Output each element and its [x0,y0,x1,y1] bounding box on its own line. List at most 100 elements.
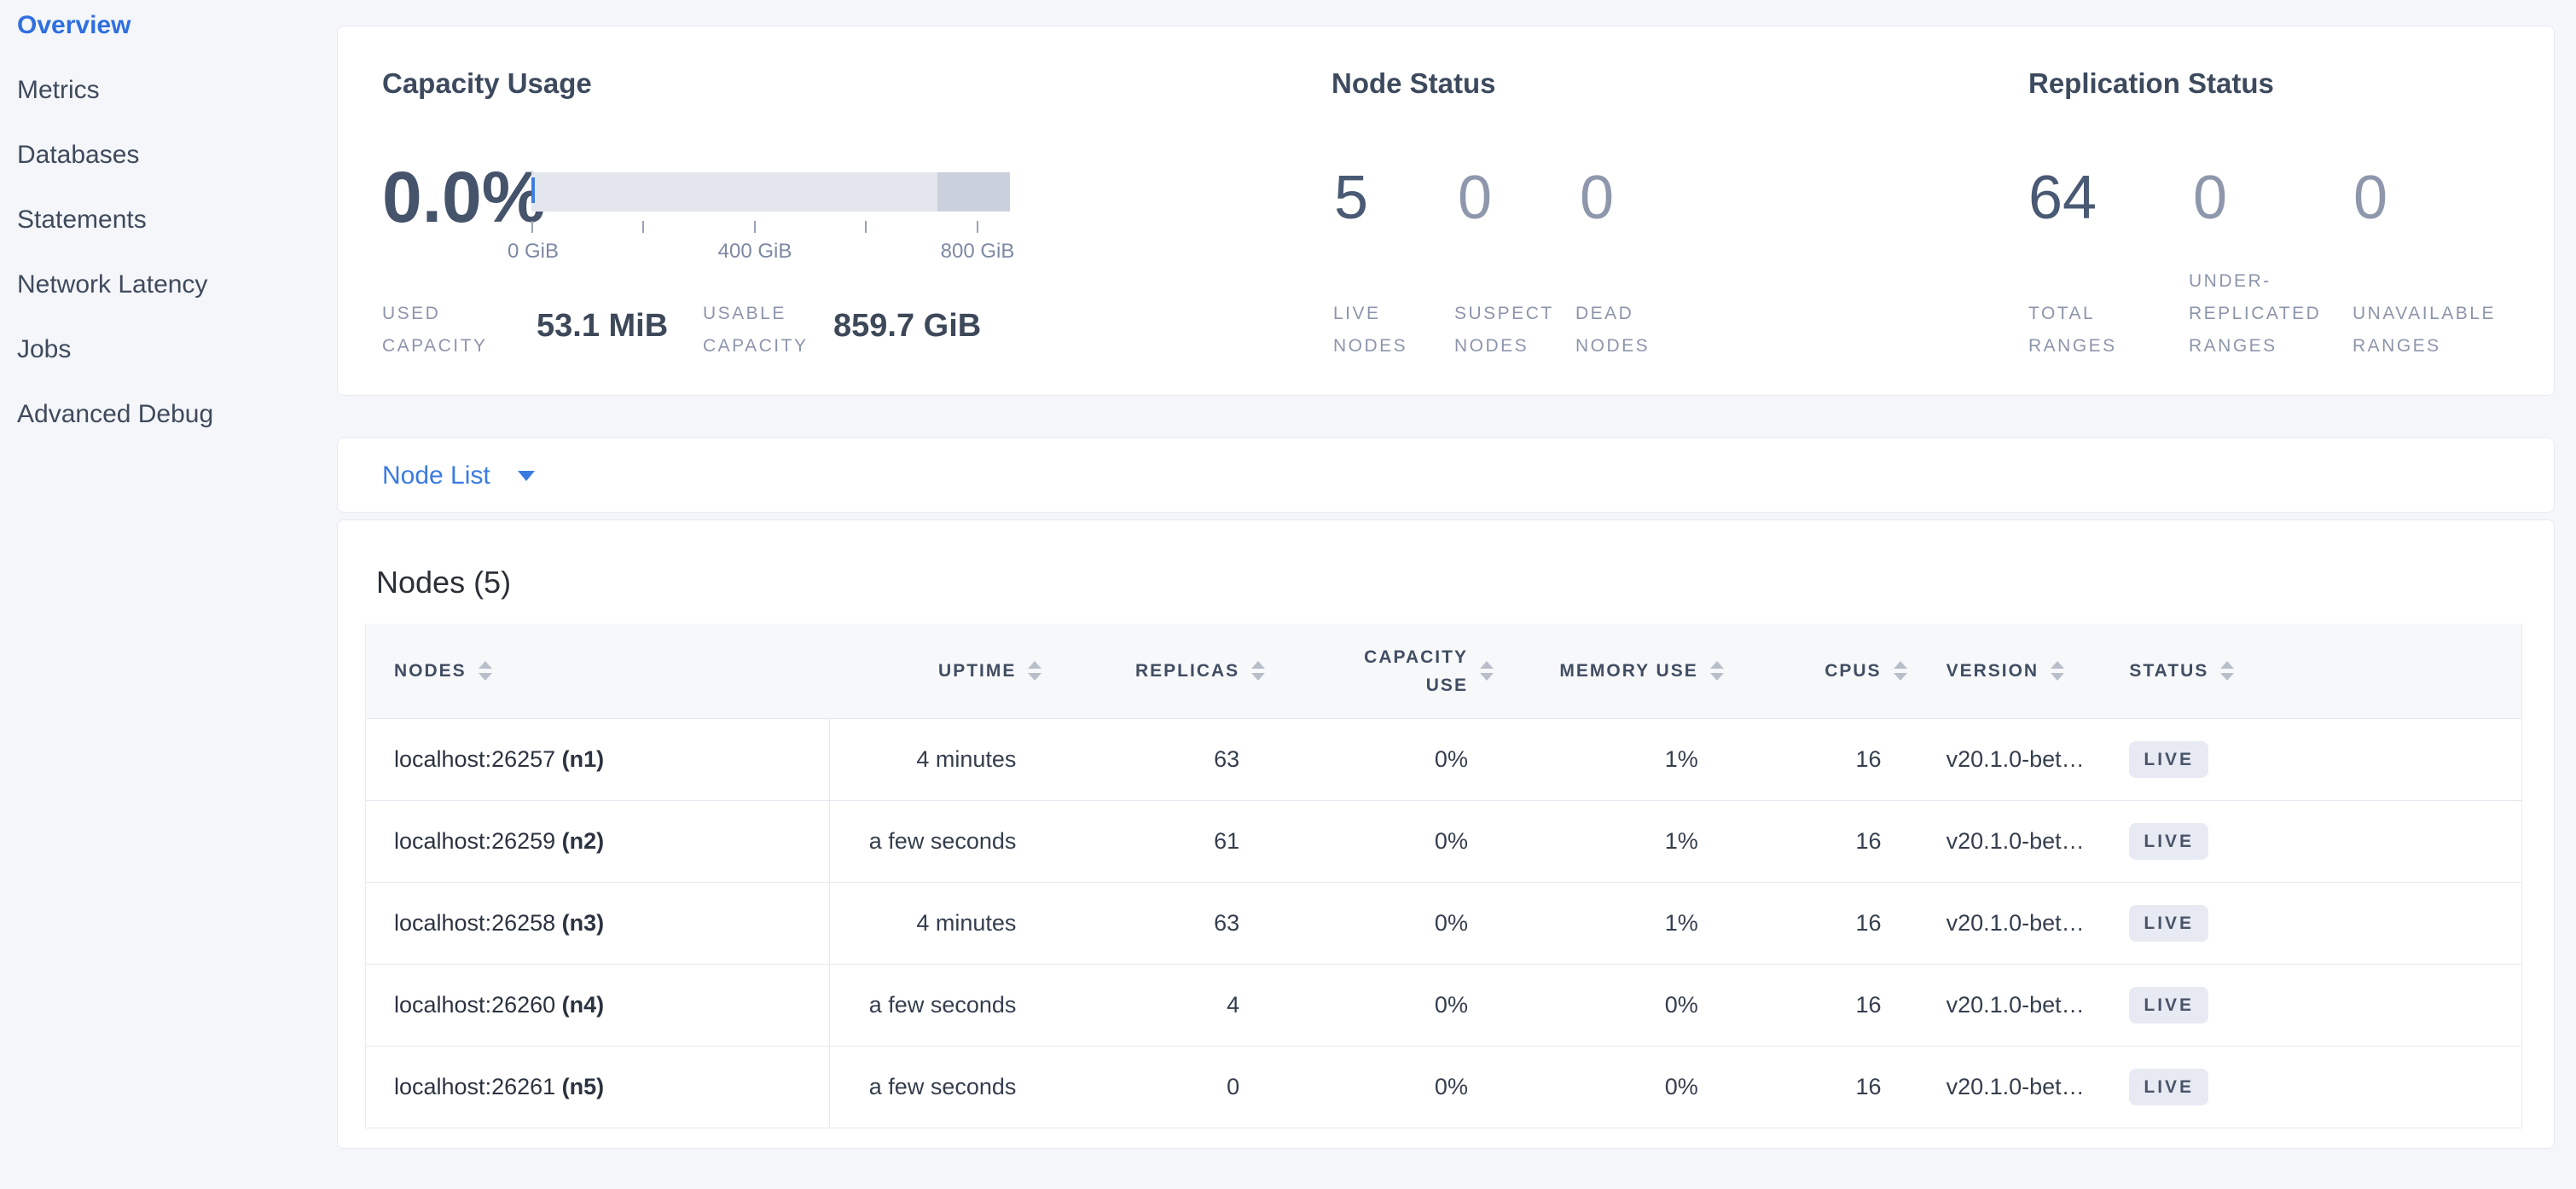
column-header-label: STATUS [2129,661,2208,682]
version-cell: v20.1.0-bet… [1882,828,2130,855]
column-header-status[interactable]: STATUS [2129,661,2521,682]
usable-capacity-value: 859.7 GiB [833,308,981,345]
sidebar-item-network-latency[interactable]: Network Latency [0,252,337,317]
table-row-n1[interactable]: localhost:26257 (n1) 4 minutes 63 0% 1% … [366,719,2521,801]
column-header-label: REPLICAS [1135,661,1239,682]
capacity-usage-title: Capacity Usage [382,67,592,100]
table-header-row: NODES UPTIME REPLICAS CAPACITY USE MEMOR… [366,624,2521,719]
column-header-nodes[interactable]: NODES [366,661,829,682]
dead-nodes-count: 0 [1580,163,1614,233]
node-id: (n3) [562,910,605,936]
capacity-bar-chart [531,172,1010,212]
sidebar-item-databases[interactable]: Databases [0,123,337,188]
memory-use-cell: 0% [1468,992,1698,1018]
table-row-n5[interactable]: localhost:26261 (n5) a few seconds 0 0% … [366,1047,2521,1128]
column-header-label: MEMORY USE [1559,661,1697,682]
suspect-nodes-label: SUSPECT NODES [1454,298,1574,362]
axis-tick [531,221,533,233]
column-header-cpus[interactable]: CPUS [1698,661,1882,682]
status-cell: LIVE [2129,1069,2521,1105]
status-cell: LIVE [2129,905,2521,942]
live-nodes-label: LIVE NODES [1333,298,1453,362]
sort-icon[interactable] [479,661,492,681]
sidebar-item-jobs[interactable]: Jobs [0,317,337,382]
column-header-label: VERSION [1947,661,2039,682]
usable-capacity-label: USABLE CAPACITY [703,298,848,362]
status-cell: LIVE [2129,823,2521,860]
table-row-n2[interactable]: localhost:26259 (n2) a few seconds 61 0%… [366,801,2521,883]
node-id: (n2) [562,828,605,854]
axis-tick [977,221,978,233]
column-header-label: CAPACITY USE [1332,643,1468,699]
column-header-label: NODES [394,661,467,682]
node-id: (n5) [562,1074,605,1099]
capacity-use-cell: 0% [1239,1074,1468,1100]
column-header-version[interactable]: VERSION [1882,661,2130,682]
column-header-capacity-use[interactable]: CAPACITY USE [1239,643,1468,699]
node-address-cell: localhost:26257 (n1) [366,746,829,773]
column-header-uptime[interactable]: UPTIME [829,661,1017,682]
node-list-dropdown-label: Node List [382,461,490,490]
replicas-cell: 0 [1016,1074,1239,1100]
node-address-cell: localhost:26261 (n5) [366,1074,829,1100]
version-cell: v20.1.0-bet… [1882,910,2130,937]
column-header-memory-use[interactable]: MEMORY USE [1468,661,1698,682]
uptime-cell: a few seconds [829,828,1017,855]
axis-tick-label-400: 400 GiB [718,240,792,264]
node-address: localhost:26261 [394,1074,555,1099]
dead-nodes-label: DEAD NODES [1575,298,1695,362]
status-cell: LIVE [2129,987,2521,1024]
cpus-cell: 16 [1698,1074,1882,1100]
axis-tick [865,221,867,233]
uptime-cell: a few seconds [829,1074,1017,1100]
table-row-n3[interactable]: localhost:26258 (n3) 4 minutes 63 0% 1% … [366,883,2521,965]
version-cell: v20.1.0-bet… [1882,746,2130,773]
sidebar-item-metrics[interactable]: Metrics [0,58,337,123]
unavailable-ranges-count: 0 [2353,163,2387,233]
sidebar: Overview Metrics Databases Statements Ne… [0,0,337,1189]
version-cell: v20.1.0-bet… [1882,1074,2130,1100]
nodes-table: NODES UPTIME REPLICAS CAPACITY USE MEMOR… [365,624,2522,1128]
table-row-n4[interactable]: localhost:26260 (n4) a few seconds 4 0% … [366,965,2521,1047]
node-list-bar: Node List [337,438,2555,513]
total-ranges-label: TOTAL RANGES [2028,298,2165,362]
sidebar-item-overview[interactable]: Overview [0,0,337,58]
node-address: localhost:26257 [394,746,555,772]
uptime-cell: 4 minutes [829,910,1017,937]
memory-use-cell: 1% [1468,828,1698,855]
node-address: localhost:26258 [394,910,555,936]
node-address-cell: localhost:26260 (n4) [366,992,829,1018]
capacity-bar-used-marker [531,177,535,203]
sidebar-item-advanced-debug[interactable]: Advanced Debug [0,382,337,447]
status-badge: LIVE [2129,823,2208,860]
status-badge: LIVE [2129,905,2208,942]
live-nodes-count: 5 [1334,163,1368,233]
status-badge: LIVE [2129,1069,2208,1105]
column-header-replicas[interactable]: REPLICAS [1016,661,1239,682]
sidebar-item-statements[interactable]: Statements [0,188,337,252]
chevron-down-icon [518,471,535,481]
capacity-use-cell: 0% [1239,828,1468,855]
nodes-table-title: Nodes (5) [376,565,511,600]
unavailable-ranges-label: UNAVAILABLE RANGES [2353,298,2566,362]
uptime-cell: 4 minutes [829,746,1017,773]
axis-tick-label-800: 800 GiB [941,240,1015,264]
column-divider [829,719,830,1128]
column-header-label: UPTIME [938,661,1016,682]
node-list-dropdown[interactable]: Node List [382,438,535,513]
cpus-cell: 16 [1698,828,1882,855]
memory-use-cell: 0% [1468,1074,1698,1100]
capacity-use-cell: 0% [1239,992,1468,1018]
node-id: (n4) [562,992,605,1018]
capacity-bar-reserved-segment [937,172,1010,212]
replicas-cell: 4 [1016,992,1239,1018]
sort-icon[interactable] [2051,661,2064,681]
used-capacity-value: 53.1 MiB [537,308,668,345]
used-capacity-label: USED CAPACITY [382,298,527,362]
replicas-cell: 63 [1016,746,1239,773]
status-badge: LIVE [2129,741,2208,778]
node-address: localhost:26260 [394,992,555,1018]
cpus-cell: 16 [1698,910,1882,937]
sort-icon[interactable] [2220,661,2234,681]
node-status-title: Node Status [1332,67,1496,100]
